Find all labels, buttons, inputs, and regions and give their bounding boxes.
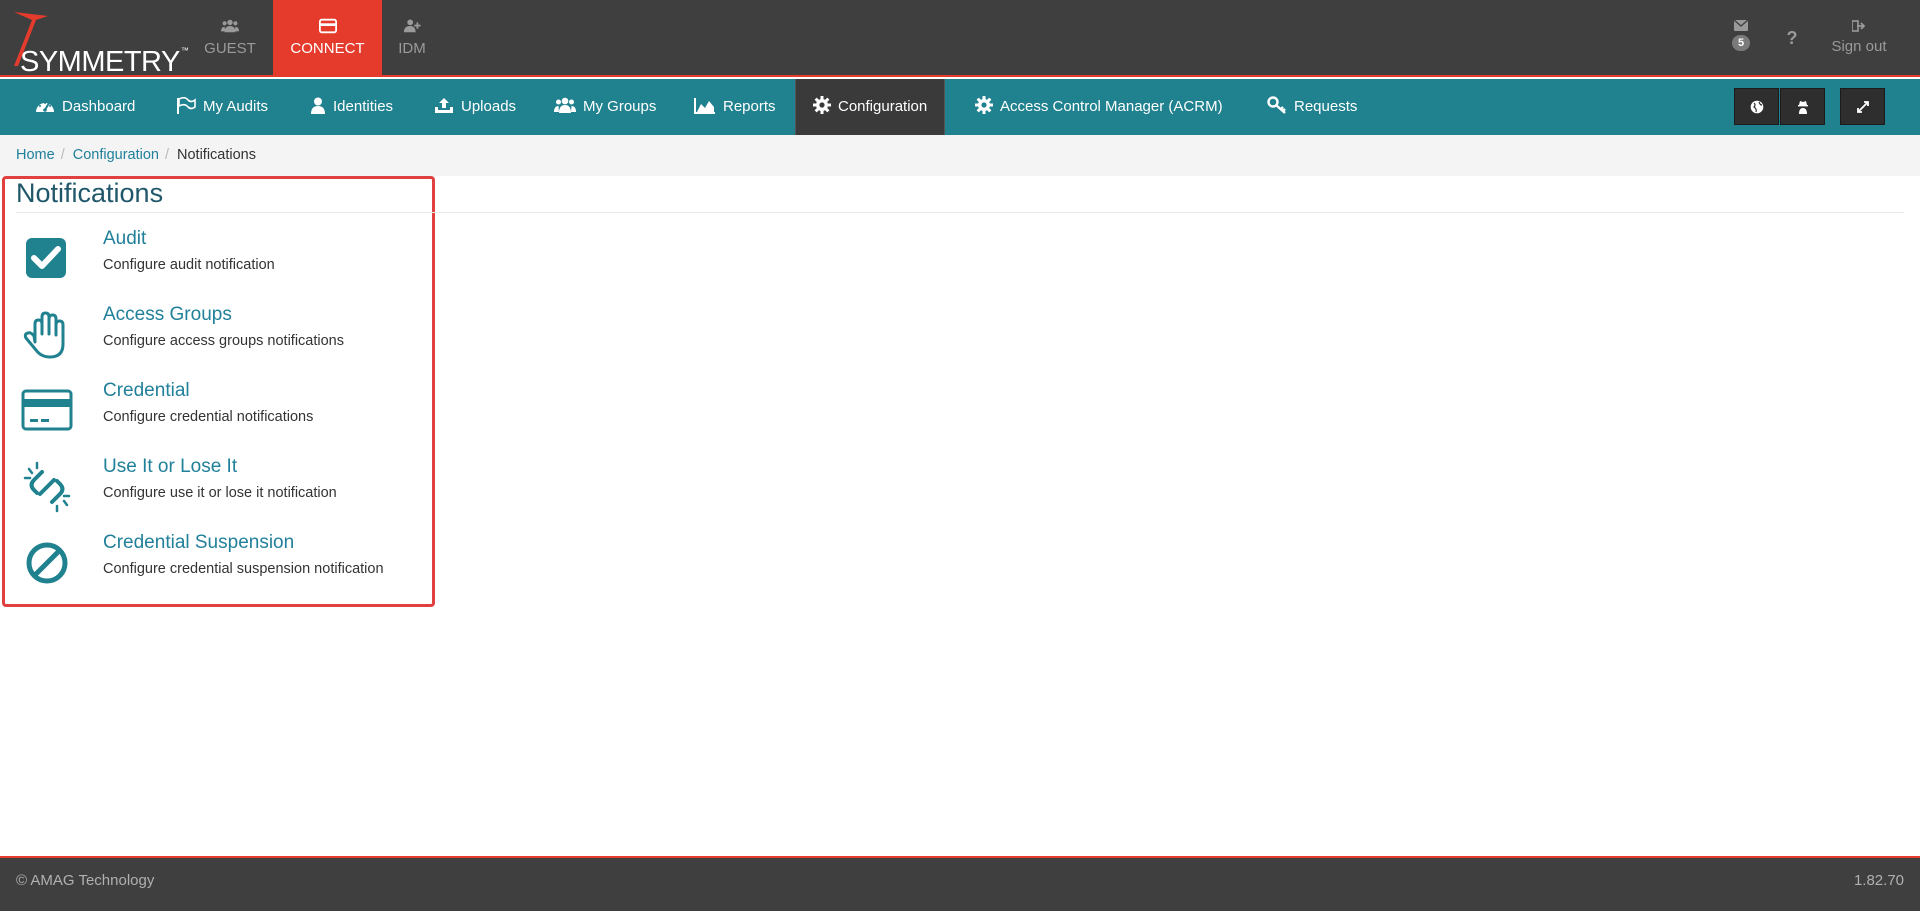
- nav-label: Uploads: [461, 98, 517, 115]
- title-divider: [16, 212, 1904, 213]
- nav-label: Requests: [1294, 98, 1358, 115]
- notification-desc: Configure credential suspension notifica…: [103, 561, 384, 577]
- notification-title[interactable]: Audit: [103, 228, 146, 250]
- question-icon: ?: [1786, 28, 1798, 48]
- breadcrumb-separator: /: [164, 147, 169, 163]
- nav-configuration[interactable]: Configuration: [795, 79, 946, 135]
- envelope-icon: [1734, 20, 1748, 31]
- help-button[interactable]: ?: [1780, 0, 1804, 77]
- main-nav: Dashboard My Audits Identities Uploads M…: [0, 79, 1920, 135]
- nav-label: Configuration: [838, 98, 928, 115]
- upload-icon: [435, 98, 453, 113]
- user-plus-icon: [403, 19, 421, 33]
- nav-label: Identities: [333, 98, 394, 115]
- app-tab-label: CONNECT: [290, 40, 365, 57]
- nav-label: Access Control Manager (ACRM): [1000, 98, 1223, 115]
- flag-icon: [177, 96, 196, 114]
- fullscreen-button[interactable]: [1840, 88, 1885, 125]
- notification-item-access-groups[interactable]: Access Groups Configure access groups no…: [16, 304, 436, 374]
- logo-text: SYMMETRY: [20, 46, 180, 78]
- users-icon: [221, 19, 239, 33]
- nav-label: My Groups: [583, 98, 657, 115]
- nav-label: Reports: [723, 98, 776, 115]
- app-tab-connect[interactable]: CONNECT: [273, 0, 382, 77]
- sign-out-icon: [1852, 20, 1866, 32]
- page-title: Notifications: [16, 178, 164, 208]
- nav-dashboard[interactable]: Dashboard: [35, 79, 135, 135]
- app-tab-guest[interactable]: GUEST: [200, 0, 260, 77]
- nav-label: Dashboard: [62, 98, 136, 115]
- area-chart-icon: [694, 98, 715, 114]
- nav-identities[interactable]: Identities: [310, 79, 393, 135]
- language-button[interactable]: [1734, 88, 1779, 125]
- nav-my-audits[interactable]: My Audits: [176, 79, 268, 135]
- notification-item-use-it-or-lose-it[interactable]: Use It or Lose It Configure use it or lo…: [16, 456, 436, 526]
- notification-title[interactable]: Credential: [103, 380, 190, 402]
- top-header: SYMMETRY™ GUEST CONNECT IDM 5 ? Sign out: [0, 0, 1920, 78]
- sign-out-button[interactable]: Sign out: [1826, 0, 1892, 77]
- key-icon: [1267, 96, 1286, 114]
- users-icon: [554, 97, 576, 113]
- check-square-icon: [26, 238, 66, 278]
- notification-desc: Configure credential notifications: [103, 409, 314, 425]
- version-text: 1.82.70: [1853, 872, 1904, 889]
- nav-uploads[interactable]: Uploads: [434, 79, 516, 135]
- dashboard-icon: [36, 102, 54, 112]
- symmetry-logo[interactable]: SYMMETRY™: [6, 6, 189, 78]
- app-tab-idm[interactable]: IDM: [382, 0, 442, 77]
- expand-icon: [1856, 100, 1869, 113]
- breadcrumb-home[interactable]: Home: [16, 147, 55, 163]
- app-tab-label: IDM: [398, 40, 426, 57]
- nav-label: My Audits: [203, 98, 269, 115]
- notification-desc: Configure audit notification: [103, 257, 275, 273]
- notification-title[interactable]: Use It or Lose It: [103, 456, 237, 478]
- unlink-icon: [23, 461, 71, 513]
- mail-count-badge: 5: [1731, 35, 1751, 51]
- logo-trademark: ™: [180, 46, 189, 55]
- breadcrumb-current: Notifications: [177, 147, 256, 163]
- notification-title[interactable]: Credential Suspension: [103, 532, 294, 554]
- copyright-text: © AMAG Technology: [16, 872, 155, 889]
- notification-item-credential[interactable]: Credential Configure credential notifica…: [16, 380, 436, 450]
- nav-requests[interactable]: Requests: [1267, 79, 1357, 135]
- user-secret-icon: [1797, 100, 1808, 114]
- ban-icon: [26, 542, 68, 584]
- notification-item-audit[interactable]: Audit Configure audit notification: [16, 228, 436, 298]
- notification-title[interactable]: Access Groups: [103, 304, 232, 326]
- gear-icon: [813, 96, 831, 114]
- nav-acrm[interactable]: Access Control Manager (ACRM): [975, 79, 1223, 135]
- notification-desc: Configure access groups notifications: [103, 333, 344, 349]
- globe-icon: [1750, 100, 1763, 113]
- incognito-button[interactable]: [1780, 88, 1825, 125]
- card-icon: [318, 18, 337, 34]
- sign-out-label: Sign out: [1831, 38, 1887, 55]
- credit-card-icon: [21, 389, 73, 431]
- notification-desc: Configure use it or lose it notification: [103, 485, 337, 501]
- gear-icon: [975, 96, 993, 114]
- breadcrumb: Home / Configuration / Notifications: [0, 135, 1920, 176]
- nav-my-groups[interactable]: My Groups: [554, 79, 656, 135]
- hand-icon: [23, 311, 65, 359]
- user-icon: [311, 97, 325, 114]
- breadcrumb-separator: /: [60, 147, 65, 163]
- footer: © AMAG Technology 1.82.70: [0, 856, 1920, 911]
- nav-reports[interactable]: Reports: [694, 79, 776, 135]
- notification-item-credential-suspension[interactable]: Credential Suspension Configure credenti…: [16, 532, 436, 602]
- mail-button[interactable]: 5: [1726, 0, 1756, 77]
- breadcrumb-configuration[interactable]: Configuration: [73, 147, 159, 163]
- app-tab-label: GUEST: [204, 40, 256, 57]
